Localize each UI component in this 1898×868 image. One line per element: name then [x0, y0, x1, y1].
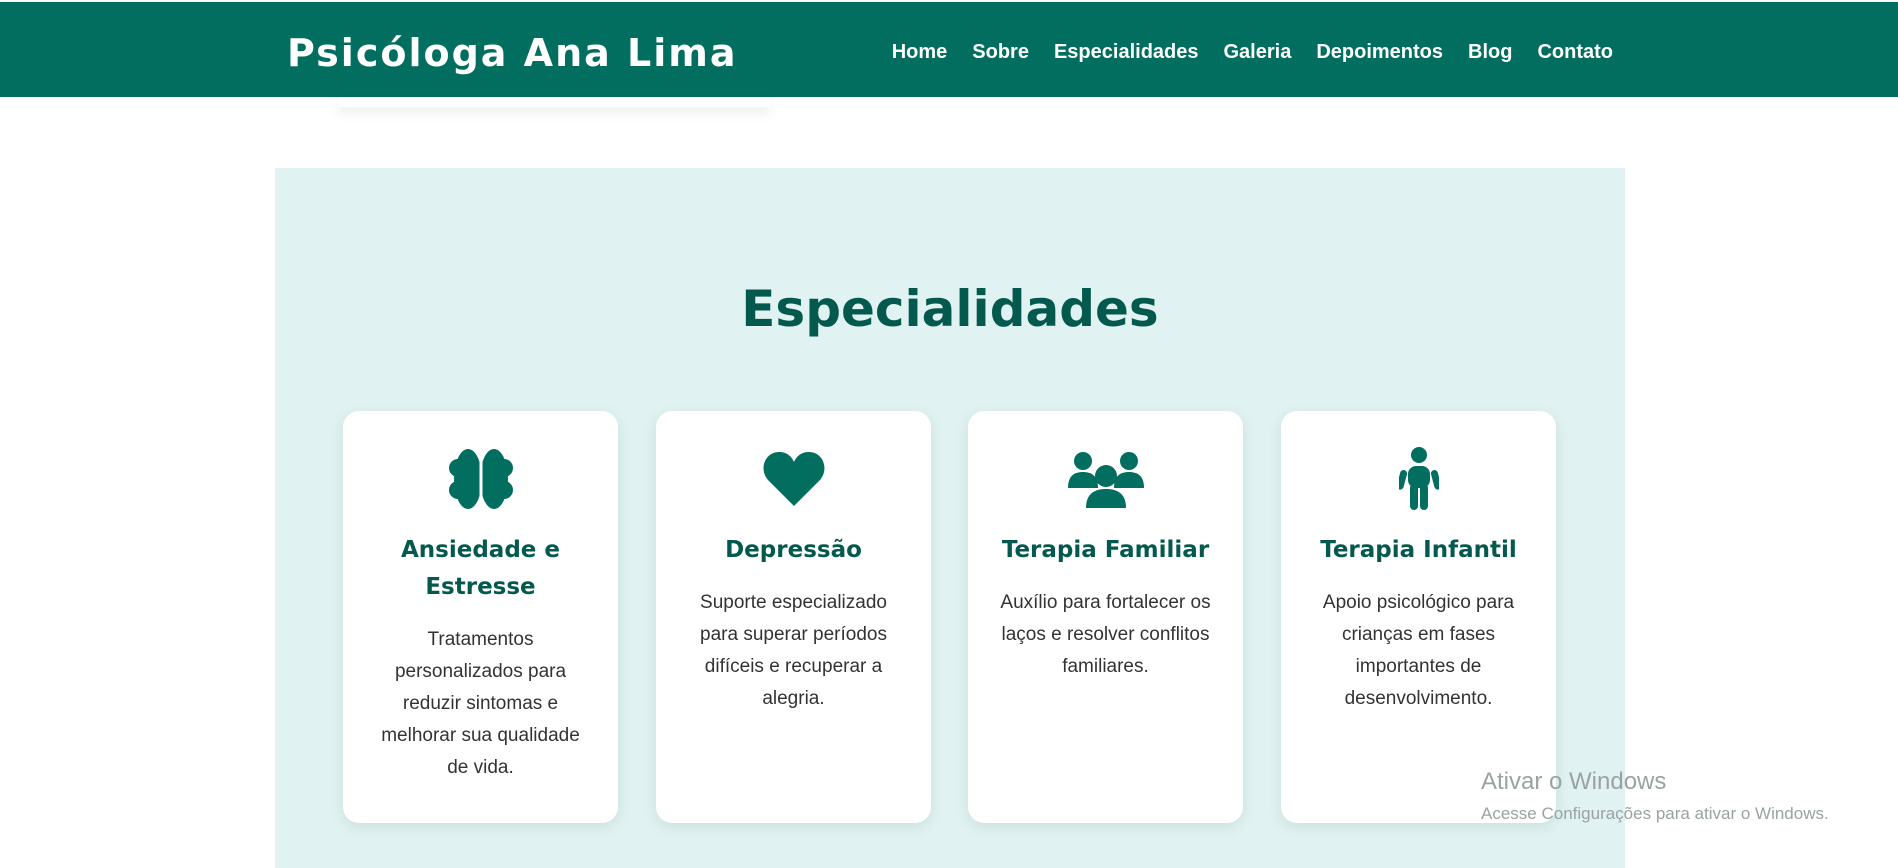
specialties-section: Especialidades Ansiedade e Estresse Trat…	[275, 168, 1625, 868]
nav-link-galeria[interactable]: Galeria	[1224, 40, 1292, 64]
card-title: Depressão	[725, 537, 862, 563]
card-description: Apoio psicológico para crianças em fases…	[1322, 592, 1515, 709]
heart-icon	[686, 446, 901, 512]
nav-link-depoimentos[interactable]: Depoimentos	[1316, 40, 1443, 64]
main-nav: Home Sobre Especialidades Galeria Depoim…	[892, 40, 1613, 64]
specialty-card-infantil: Terapia Infantil Apoio psicológico para …	[1281, 411, 1556, 823]
nav-link-contato[interactable]: Contato	[1537, 40, 1613, 64]
section-title: Especialidades	[741, 280, 1159, 338]
site-brand[interactable]: Psicóloga Ana Lima	[287, 29, 737, 77]
family-icon	[998, 446, 1213, 512]
nav-link-home[interactable]: Home	[892, 40, 948, 64]
nav-link-blog[interactable]: Blog	[1468, 40, 1512, 64]
watermark-subtitle: Acesse Configurações para ativar o Windo…	[1481, 804, 1829, 823]
overlay-shadow	[338, 97, 770, 107]
watermark-title: Ativar o Windows	[1481, 768, 1667, 795]
card-title: Ansiedade e Estresse	[400, 537, 560, 600]
card-title: Terapia Familiar	[1001, 537, 1210, 563]
brain-icon	[373, 446, 588, 512]
card-description: Tratamentos personalizados para reduzir …	[381, 629, 580, 778]
specialty-card-depressao: Depressão Suporte especializado para sup…	[656, 411, 931, 823]
windows-activation-watermark: Ativar o Windows Acesse Configurações pa…	[1481, 767, 1829, 827]
child-icon	[1311, 446, 1526, 512]
card-title: Terapia Infantil	[1320, 537, 1517, 563]
card-description: Suporte especializado para superar perío…	[700, 592, 887, 709]
top-navbar: Psicóloga Ana Lima Home Sobre Especialid…	[0, 2, 1898, 97]
specialty-card-ansiedade: Ansiedade e Estresse Tratamentos persona…	[343, 411, 618, 823]
card-description: Auxílio para fortalecer os laços e resol…	[1000, 592, 1211, 677]
nav-link-sobre[interactable]: Sobre	[972, 40, 1029, 64]
specialty-card-familiar: Terapia Familiar Auxílio para fortalecer…	[968, 411, 1243, 823]
nav-link-especialidades[interactable]: Especialidades	[1054, 40, 1199, 64]
